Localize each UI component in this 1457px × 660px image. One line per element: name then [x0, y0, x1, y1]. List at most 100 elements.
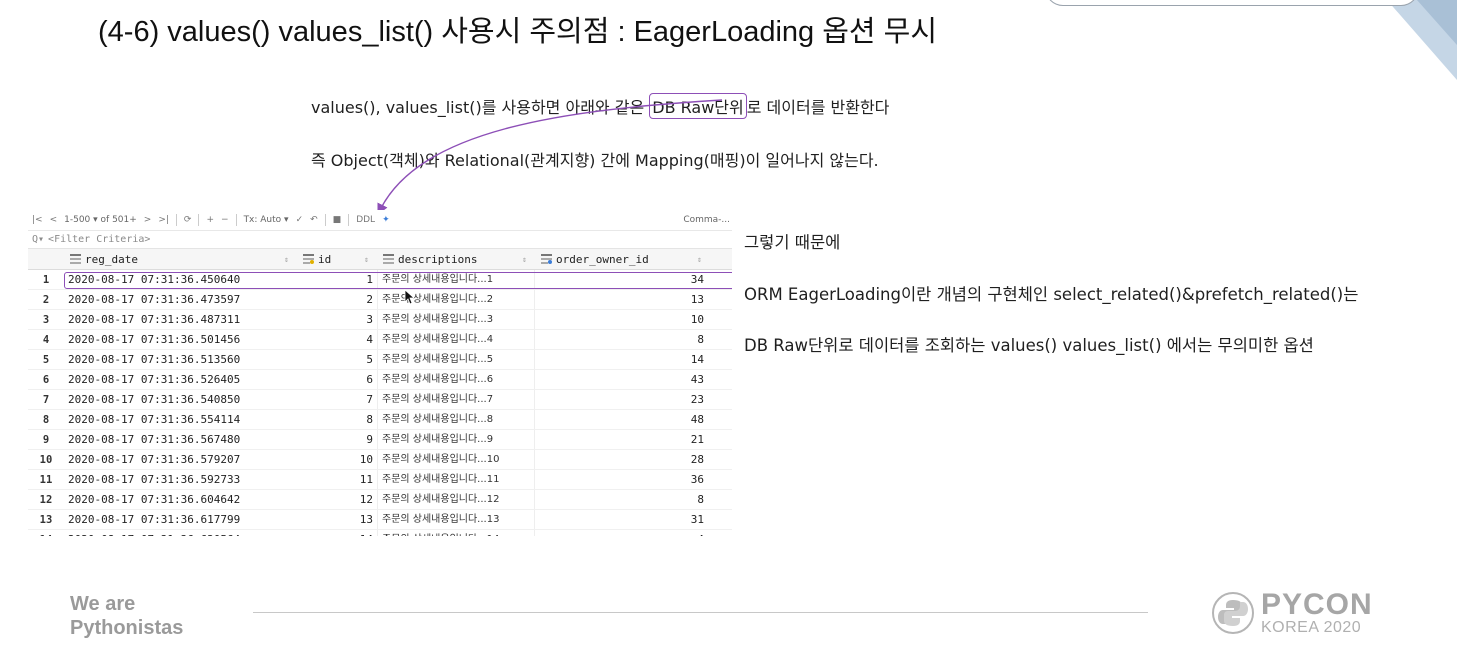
- cell-id[interactable]: 14: [297, 533, 377, 536]
- cell-id[interactable]: 4: [297, 333, 377, 346]
- row-number[interactable]: 11: [28, 474, 64, 486]
- cell-order-owner-id[interactable]: 21: [535, 433, 710, 446]
- add-row-icon[interactable]: +: [206, 215, 214, 225]
- row-number[interactable]: 2: [28, 294, 64, 306]
- cell-id[interactable]: 11: [297, 473, 377, 486]
- row-number[interactable]: 7: [28, 394, 64, 406]
- pin-icon[interactable]: ✦: [382, 215, 390, 225]
- cell-id[interactable]: 3: [297, 313, 377, 326]
- column-header-order-owner-id[interactable]: order_owner_id ⇕: [535, 253, 710, 266]
- cell-descriptions[interactable]: 주문의 상세내용입니다...4: [377, 330, 535, 349]
- cell-order-owner-id[interactable]: 31: [535, 513, 710, 526]
- cell-order-owner-id[interactable]: 23: [535, 393, 710, 406]
- ddl-button[interactable]: DDL: [356, 215, 375, 225]
- cell-reg-date[interactable]: 2020-08-17 07:31:36.540850: [64, 393, 297, 406]
- cell-order-owner-id[interactable]: 4: [535, 533, 710, 536]
- column-header-id[interactable]: id ⇕: [297, 253, 377, 266]
- cell-id[interactable]: 6: [297, 373, 377, 386]
- remove-row-icon[interactable]: −: [221, 215, 229, 225]
- sort-icon[interactable]: ⇕: [364, 255, 369, 264]
- cell-descriptions[interactable]: 주문의 상세내용입니다...6: [377, 370, 535, 389]
- cell-descriptions[interactable]: 주문의 상세내용입니다...13: [377, 510, 535, 529]
- cell-order-owner-id[interactable]: 10: [535, 313, 710, 326]
- commit-icon[interactable]: ✓: [296, 215, 304, 225]
- table-row[interactable]: 12 2020-08-17 07:31:36.604642 12 주문의 상세내용입니…: [28, 490, 732, 510]
- row-number[interactable]: 5: [28, 354, 64, 366]
- refresh-icon[interactable]: ⟳: [184, 215, 192, 225]
- cell-reg-date[interactable]: 2020-08-17 07:31:36.579207: [64, 453, 297, 466]
- last-page-button[interactable]: >|: [158, 215, 169, 225]
- table-row[interactable]: 7 2020-08-17 07:31:36.540850 7 주문의 상세내용입니다.…: [28, 390, 732, 410]
- cell-order-owner-id[interactable]: 8: [535, 493, 710, 506]
- table-row[interactable]: 4 2020-08-17 07:31:36.501456 4 주문의 상세내용입니다.…: [28, 330, 732, 350]
- column-header-descriptions[interactable]: descriptions ⇕: [377, 253, 535, 266]
- cell-reg-date[interactable]: 2020-08-17 07:31:36.554114: [64, 413, 297, 426]
- row-number[interactable]: 6: [28, 374, 64, 386]
- table-row[interactable]: 8 2020-08-17 07:31:36.554114 8 주문의 상세내용입니다.…: [28, 410, 732, 430]
- cell-reg-date[interactable]: 2020-08-17 07:31:36.617799: [64, 513, 297, 526]
- cell-reg-date[interactable]: 2020-08-17 07:31:36.473597: [64, 293, 297, 306]
- table-row[interactable]: 10 2020-08-17 07:31:36.579207 10 주문의 상세내용입니…: [28, 450, 732, 470]
- cell-id[interactable]: 12: [297, 493, 377, 506]
- row-number[interactable]: 13: [28, 514, 64, 526]
- cell-id[interactable]: 5: [297, 353, 377, 366]
- row-number[interactable]: 3: [28, 314, 64, 326]
- cell-descriptions[interactable]: 주문의 상세내용입니다...8: [377, 410, 535, 429]
- table-row[interactable]: 9 2020-08-17 07:31:36.567480 9 주문의 상세내용입니다.…: [28, 430, 732, 450]
- stop-icon[interactable]: ■: [333, 215, 342, 225]
- undo-icon[interactable]: ↶: [310, 215, 318, 225]
- cell-reg-date[interactable]: 2020-08-17 07:31:36.487311: [64, 313, 297, 326]
- sort-icon[interactable]: ⇕: [284, 255, 289, 264]
- cell-reg-date[interactable]: 2020-08-17 07:31:36.630564: [64, 533, 297, 536]
- first-page-button[interactable]: |<: [32, 215, 43, 225]
- cell-order-owner-id[interactable]: 13: [535, 293, 710, 306]
- cell-id[interactable]: 8: [297, 413, 377, 426]
- cell-reg-date[interactable]: 2020-08-17 07:31:36.604642: [64, 493, 297, 506]
- cell-order-owner-id[interactable]: 48: [535, 413, 710, 426]
- prev-page-button[interactable]: <: [50, 215, 58, 225]
- column-header-reg-date[interactable]: reg_date ⇕: [64, 253, 297, 266]
- table-row[interactable]: 6 2020-08-17 07:31:36.526405 6 주문의 상세내용입니다.…: [28, 370, 732, 390]
- cell-descriptions[interactable]: 주문의 상세내용입니다...12: [377, 490, 535, 509]
- page-range-select[interactable]: 1-500 ▾ of 501+: [64, 215, 137, 225]
- cell-id[interactable]: 13: [297, 513, 377, 526]
- row-number[interactable]: 8: [28, 414, 64, 426]
- cell-id[interactable]: 2: [297, 293, 377, 306]
- cell-descriptions[interactable]: 주문의 상세내용입니다...5: [377, 350, 535, 369]
- cell-reg-date[interactable]: 2020-08-17 07:31:36.567480: [64, 433, 297, 446]
- row-number[interactable]: 10: [28, 454, 64, 466]
- table-row[interactable]: 13 2020-08-17 07:31:36.617799 13 주문의 상세내용입니…: [28, 510, 732, 530]
- table-row[interactable]: 11 2020-08-17 07:31:36.592733 11 주문의 상세내용입니…: [28, 470, 732, 490]
- cell-descriptions[interactable]: 주문의 상세내용입니다...2: [377, 290, 535, 309]
- next-page-button[interactable]: >: [144, 215, 152, 225]
- cell-descriptions[interactable]: 주문의 상세내용입니다...7: [377, 390, 535, 409]
- cell-descriptions[interactable]: 주문의 상세내용입니다...11: [377, 470, 535, 489]
- table-row[interactable]: 3 2020-08-17 07:31:36.487311 3 주문의 상세내용입니다.…: [28, 310, 732, 330]
- table-row[interactable]: 142020-08-17 07:31:36.63056414주문의 상세내용입니…: [28, 530, 732, 536]
- cell-order-owner-id[interactable]: 36: [535, 473, 710, 486]
- cell-descriptions[interactable]: 주문의 상세내용입니다...10: [377, 450, 535, 469]
- export-format-select[interactable]: Comma-...: [683, 215, 732, 225]
- cell-descriptions[interactable]: 주문의 상세내용입니다...3: [377, 310, 535, 329]
- cell-descriptions[interactable]: 주문의 상세내용입니다...9: [377, 430, 535, 449]
- cell-id[interactable]: 10: [297, 453, 377, 466]
- tx-mode-select[interactable]: Tx: Auto ▾: [244, 215, 289, 225]
- row-number[interactable]: 4: [28, 334, 64, 346]
- cell-order-owner-id[interactable]: 8: [535, 333, 710, 346]
- cell-reg-date[interactable]: 2020-08-17 07:31:36.592733: [64, 473, 297, 486]
- sort-icon[interactable]: ⇕: [522, 255, 527, 264]
- cell-id[interactable]: 9: [297, 433, 377, 446]
- table-row[interactable]: 5 2020-08-17 07:31:36.513560 5 주문의 상세내용입니다.…: [28, 350, 732, 370]
- row-number[interactable]: 14: [28, 534, 64, 537]
- cell-descriptions[interactable]: 주문의 상세내용입니다...14: [377, 530, 535, 536]
- row-number[interactable]: 9: [28, 434, 64, 446]
- cell-reg-date[interactable]: 2020-08-17 07:31:36.526405: [64, 373, 297, 386]
- table-row[interactable]: 2 2020-08-17 07:31:36.473597 2 주문의 상세내용입니다.…: [28, 290, 732, 310]
- cell-id[interactable]: 7: [297, 393, 377, 406]
- sort-icon[interactable]: ⇕: [697, 255, 702, 264]
- filter-criteria-input[interactable]: Q▾ <Filter Criteria>: [28, 231, 732, 249]
- row-number[interactable]: 12: [28, 494, 64, 506]
- cell-reg-date[interactable]: 2020-08-17 07:31:36.513560: [64, 353, 297, 366]
- cell-order-owner-id[interactable]: 14: [535, 353, 710, 366]
- row-number[interactable]: 1: [28, 274, 64, 286]
